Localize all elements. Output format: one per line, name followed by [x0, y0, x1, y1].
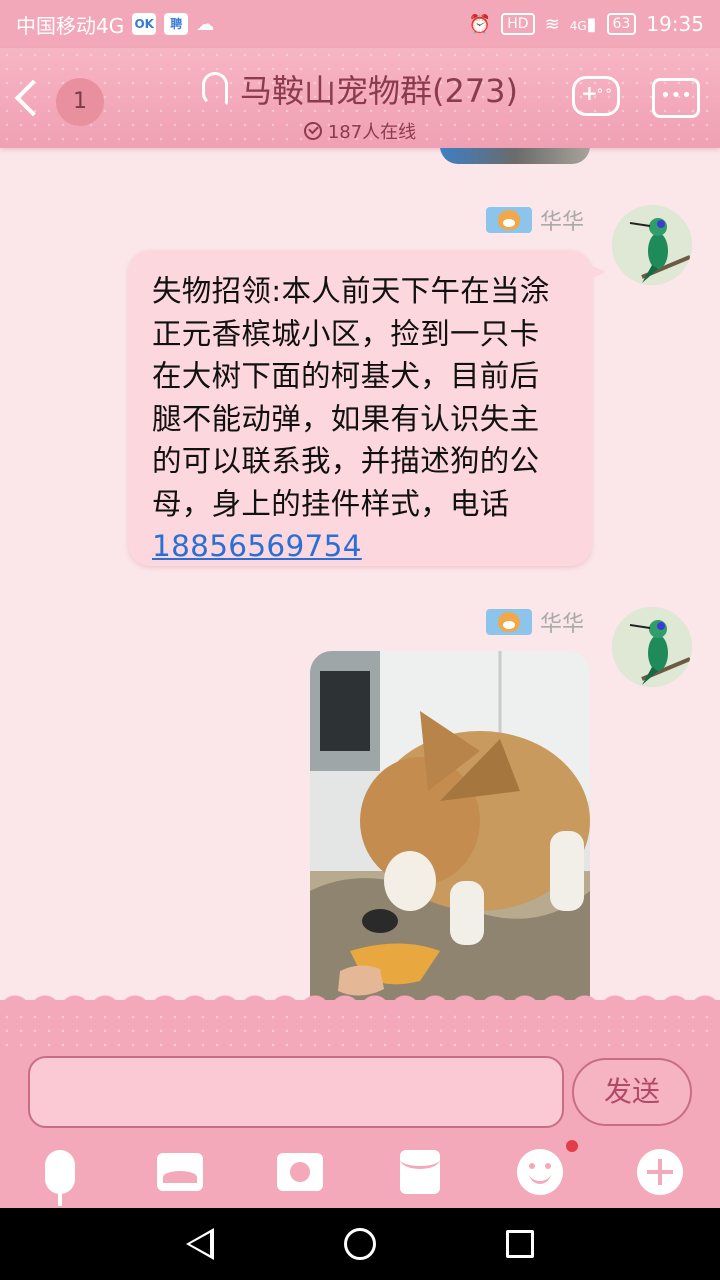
signal-label: 4G: [569, 18, 587, 33]
group-title: 马鞍山宠物群(273): [239, 72, 519, 110]
shiba-icon: [498, 612, 520, 632]
nav-back-icon[interactable]: [186, 1228, 214, 1260]
signal-icon: 4G▮: [569, 13, 597, 35]
hummingbird-avatar-icon: [612, 205, 692, 285]
message-list[interactable]: 华华 失物招领:本人前天下午在当涂正元香槟城小区，捡到一只卡在大树下面的柯基犬，…: [0, 148, 720, 1008]
input-toolbar: [0, 1136, 720, 1206]
message-sender-row: 华华: [486, 606, 584, 638]
shiba-icon: [498, 210, 520, 230]
chevron-left-icon: [14, 79, 52, 117]
member-level-badge: [486, 207, 532, 233]
wifi-icon: ≋: [544, 13, 560, 35]
battery-icon: 63: [606, 13, 637, 35]
send-button[interactable]: 发送: [572, 1058, 692, 1126]
corgi-photo: [310, 651, 590, 1008]
red-envelope-button[interactable]: [392, 1144, 448, 1200]
plus-icon: [637, 1149, 683, 1195]
emoji-button[interactable]: [512, 1144, 568, 1200]
clock: 19:35: [646, 12, 704, 36]
carrier-label: 中国移动4G: [16, 13, 125, 38]
previous-image-message[interactable]: [440, 148, 590, 164]
hd-badge: HD: [501, 13, 535, 35]
ok-app-icon: OK: [132, 13, 157, 35]
online-count: 187人在线: [327, 122, 417, 143]
system-nav-bar: [0, 1208, 720, 1280]
earpiece-icon: [201, 72, 228, 106]
group-menu-icon[interactable]: •••: [652, 78, 700, 118]
hummingbird-avatar-icon: [612, 607, 692, 687]
voice-button[interactable]: [32, 1144, 88, 1206]
nav-recents-icon[interactable]: [506, 1230, 534, 1258]
photo-button[interactable]: [152, 1144, 208, 1200]
status-bar: 中国移动4G OK 聘 ☁ ⏰ HD ≋ 4G▮ 63 19:35: [0, 0, 720, 48]
sender-name: 华华: [540, 612, 585, 637]
text-message-bubble[interactable]: 失物招领:本人前天下午在当涂正元香槟城小区，捡到一只卡在大树下面的柯基犬，目前后…: [128, 250, 606, 566]
emoji-icon: [517, 1149, 563, 1195]
phone-number-link[interactable]: 18856569754: [152, 529, 362, 563]
avatar[interactable]: [612, 607, 692, 687]
microphone-icon: [45, 1150, 75, 1206]
member-level-badge: [486, 609, 532, 635]
title-block[interactable]: 马鞍山宠物群(273) 187人在线: [160, 66, 560, 144]
message-text: 失物招领:本人前天下午在当涂正元香槟城小区，捡到一只卡在大树下面的柯基犬，目前后…: [152, 274, 550, 521]
image-message[interactable]: [310, 651, 590, 1008]
unread-count-badge[interactable]: 1: [56, 78, 104, 126]
alarm-icon: ⏰: [468, 13, 492, 35]
red-envelope-icon: [400, 1150, 440, 1194]
chat-header: 1 马鞍山宠物群(273) 187人在线 •••: [0, 48, 720, 148]
back-button[interactable]: [8, 72, 52, 124]
nav-home-icon[interactable]: [344, 1228, 376, 1260]
camera-icon: [277, 1153, 323, 1191]
notification-dot: [566, 1140, 578, 1152]
panel-pattern: [0, 1010, 720, 1050]
cloud-icon: ☁: [196, 13, 215, 35]
hire-app-icon: 聘: [164, 13, 189, 35]
avatar[interactable]: [612, 205, 692, 285]
sender-name: 华华: [540, 210, 585, 235]
camera-button[interactable]: [272, 1144, 328, 1200]
message-sender-row: 华华: [486, 204, 584, 236]
game-controller-icon[interactable]: [572, 76, 620, 116]
photo-icon: [157, 1153, 203, 1191]
online-status-icon: [303, 122, 322, 140]
message-input[interactable]: [28, 1056, 564, 1128]
more-actions-button[interactable]: [632, 1144, 688, 1200]
